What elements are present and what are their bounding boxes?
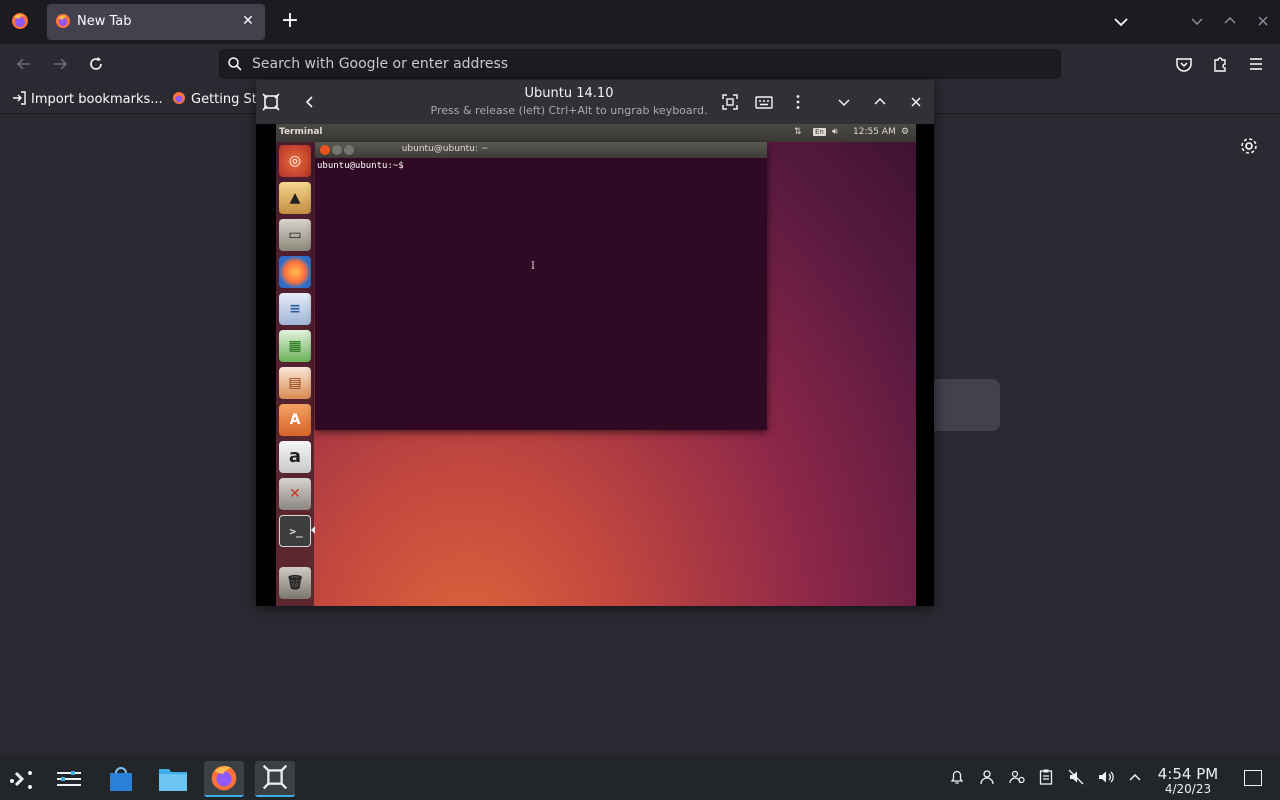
launcher-impress-icon[interactable]: ▤: [279, 367, 311, 399]
launcher-terminal-icon[interactable]: >_: [279, 515, 311, 547]
ubuntu-clock[interactable]: 12:55 AM: [853, 127, 896, 137]
bookmark-getting-started[interactable]: Getting Started: [172, 91, 256, 107]
tab-close-icon[interactable]: ✕: [239, 12, 257, 30]
app-launcher-icon[interactable]: [2, 761, 42, 797]
accounts-icon[interactable]: [1008, 768, 1026, 786]
tray-expand-chevron-icon[interactable]: [1126, 768, 1144, 786]
bookmark-getting-started-label: Getting Started: [191, 92, 256, 107]
firefox-icon: [211, 765, 237, 791]
back-arrow-icon[interactable]: [14, 54, 34, 74]
fullscreen-icon[interactable]: [720, 92, 740, 112]
new-tab-button[interactable]: +: [279, 9, 301, 35]
digital-clock[interactable]: 4:54 PM 4/20/23: [1152, 765, 1224, 796]
terminal-titlebar[interactable]: ubuntu@ubuntu: ~: [315, 142, 767, 158]
forward-arrow-icon[interactable]: [50, 54, 70, 74]
vm-window: Ubuntu 14.10 Press & release (left) Ctrl…: [256, 80, 934, 606]
taskbar-boxes[interactable]: [255, 761, 295, 797]
tab-bar: New Tab ✕ +: [0, 0, 1280, 44]
discover-store-icon[interactable]: [101, 761, 141, 797]
launcher-dash-icon[interactable]: ◎: [279, 145, 311, 177]
firefox-favicon-icon: [173, 92, 185, 104]
launcher-amazon-icon[interactable]: a: [279, 441, 311, 473]
clipboard-icon[interactable]: [1037, 768, 1055, 786]
microphone-muted-icon[interactable]: [1067, 768, 1085, 786]
clock-time: 4:54 PM: [1157, 765, 1219, 783]
window-minimize-icon[interactable]: [1188, 12, 1206, 30]
vm-display[interactable]: Terminal ⇅ En 🔊︎ 12:55 AM ⚙ ◎ ▲ ▭ ≡ ▦ ▤ …: [256, 124, 934, 606]
terminal-prompt[interactable]: ubuntu@ubuntu:~$: [317, 161, 404, 171]
window-close-icon[interactable]: [1254, 12, 1272, 30]
bookmark-import-label: Import bookmarks...: [31, 92, 163, 107]
vm-minimize-icon[interactable]: [834, 92, 854, 112]
keyboard-icon[interactable]: [754, 92, 774, 112]
launcher-settings-icon[interactable]: ✕: [279, 478, 311, 510]
text-cursor-icon: I: [531, 261, 535, 272]
firefox-favicon-icon: [56, 14, 70, 28]
vm-header-bar: Ubuntu 14.10 Press & release (left) Ctrl…: [256, 80, 934, 124]
hamburger-menu-icon[interactable]: [1246, 54, 1266, 74]
search-icon: [228, 57, 242, 71]
list-all-tabs-chevron-icon[interactable]: [1110, 11, 1132, 33]
terminal-window[interactable]: ubuntu@ubuntu: ~ ubuntu@ubuntu:~$ I: [315, 142, 767, 430]
firefox-icon[interactable]: [10, 11, 30, 31]
notifications-bell-icon[interactable]: [948, 768, 966, 786]
pocket-icon[interactable]: [1174, 54, 1194, 74]
clock-date: 4/20/23: [1164, 782, 1212, 796]
launcher-trash-icon[interactable]: 🗑︎: [279, 567, 311, 599]
reload-icon[interactable]: [86, 54, 106, 74]
show-desktop-icon[interactable]: [1244, 770, 1262, 786]
active-app-name: Terminal: [279, 127, 323, 137]
launcher-calc-icon[interactable]: ▦: [279, 330, 311, 362]
tab-new-tab[interactable]: New Tab ✕: [47, 4, 265, 40]
launcher-active-indicator: [311, 526, 315, 534]
tab-title: New Tab: [77, 14, 132, 29]
launcher-writer-icon[interactable]: ≡: [279, 293, 311, 325]
launcher-firefox-icon[interactable]: [279, 256, 311, 288]
file-manager-icon[interactable]: [153, 761, 193, 797]
launcher-files-icon[interactable]: ▭: [279, 219, 311, 251]
overview-sliders-icon[interactable]: [49, 761, 89, 797]
bookmark-import[interactable]: Import bookmarks...: [12, 91, 163, 107]
boxes-logo-icon: [262, 764, 288, 790]
taskbar: [0, 755, 1280, 800]
sound-icon[interactable]: 🔊︎: [832, 127, 838, 137]
terminal-title: ubuntu@ubuntu: ~: [401, 144, 489, 154]
session-gear-icon[interactable]: ⚙: [901, 127, 909, 137]
unity-launcher: ◎ ▲ ▭ ≡ ▦ ▤ A a ✕ >_ 🗑︎: [276, 142, 315, 606]
vm-close-icon[interactable]: [906, 92, 926, 112]
newtab-settings-gear-icon[interactable]: [1239, 136, 1259, 156]
window-maximize-icon[interactable]: [1221, 12, 1239, 30]
vm-maximize-icon[interactable]: [870, 92, 890, 112]
address-bar-placeholder: Search with Google or enter address: [252, 56, 509, 72]
ubuntu-top-panel: Terminal ⇅ En 🔊︎ 12:55 AM ⚙: [276, 124, 916, 142]
import-icon: [13, 91, 26, 105]
extensions-puzzle-icon[interactable]: [1210, 54, 1230, 74]
navigation-toolbar: Search with Google or enter address: [0, 44, 1280, 84]
keyboard-layout-indicator[interactable]: En: [813, 128, 826, 136]
ubuntu-desktop[interactable]: Terminal ⇅ En 🔊︎ 12:55 AM ⚙ ◎ ▲ ▭ ≡ ▦ ▤ …: [276, 124, 916, 606]
network-arrows-icon[interactable]: ⇅: [794, 127, 802, 137]
taskbar-firefox[interactable]: [204, 761, 244, 797]
user-icon[interactable]: [978, 768, 996, 786]
address-bar[interactable]: Search with Google or enter address: [219, 49, 1061, 79]
top-site-tile[interactable]: [934, 379, 1000, 431]
launcher-shotwell-icon[interactable]: ▲: [279, 182, 311, 214]
launcher-software-center-icon[interactable]: A: [279, 404, 311, 436]
more-options-icon[interactable]: [788, 92, 808, 112]
volume-icon[interactable]: [1097, 768, 1115, 786]
